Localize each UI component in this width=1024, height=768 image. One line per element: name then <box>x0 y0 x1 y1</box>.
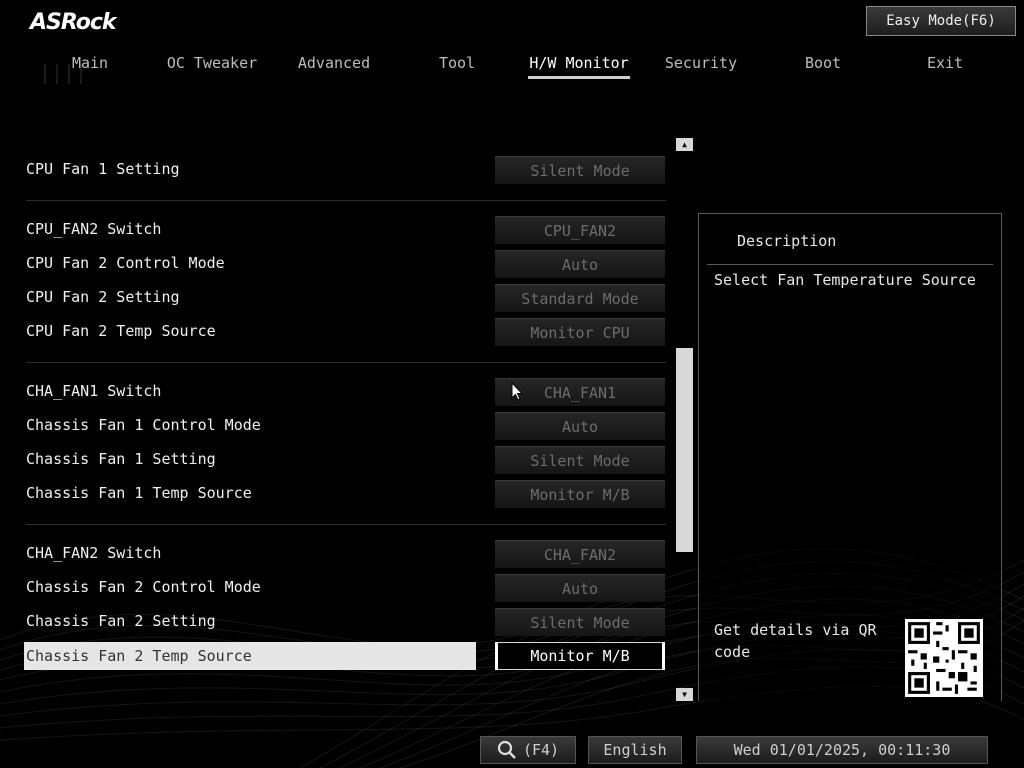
setting-value[interactable]: Auto <box>495 250 665 278</box>
setting-row[interactable]: CPU Fan 2 Temp Source Monitor CPU <box>26 318 666 346</box>
setting-label: Chassis Fan 2 Control Mode <box>26 578 261 596</box>
tab-tool[interactable]: Tool <box>402 52 512 74</box>
setting-label: CPU Fan 2 Control Mode <box>26 254 225 272</box>
setting-value[interactable]: Auto <box>495 412 665 440</box>
setting-label: Chassis Fan 2 Temp Source <box>24 642 476 670</box>
tab-main[interactable]: Main <box>35 52 145 74</box>
setting-value[interactable]: Standard Mode <box>495 284 665 312</box>
setting-label: Chassis Fan 2 Setting <box>26 612 216 630</box>
language-button[interactable]: English <box>588 736 682 764</box>
setting-value[interactable]: Silent Mode <box>495 608 665 636</box>
setting-label: CPU Fan 2 Setting <box>26 288 180 306</box>
setting-value[interactable]: Silent Mode <box>495 156 665 184</box>
setting-row[interactable]: CPU Fan 2 Control Mode Auto <box>26 250 666 278</box>
qr-code-icon <box>905 619 983 697</box>
tab-advanced[interactable]: Advanced <box>279 52 389 74</box>
setting-label: CPU Fan 1 Setting <box>26 160 180 178</box>
tab-boot[interactable]: Boot <box>768 52 878 74</box>
setting-row[interactable]: Chassis Fan 1 Temp Source Monitor M/B <box>26 480 666 508</box>
setting-value[interactable]: Silent Mode <box>495 446 665 474</box>
datetime-display: Wed 01/01/2025, 00:11:30 <box>696 736 988 764</box>
search-key-label: (F4) <box>522 741 560 759</box>
setting-value[interactable]: Monitor M/B <box>495 642 665 670</box>
group-separator <box>26 200 666 201</box>
tab-oc-tweaker[interactable]: OC Tweaker <box>157 52 267 74</box>
main-nav: Main OC Tweaker Advanced Tool H/W Monito… <box>0 52 1024 82</box>
setting-label: Chassis Fan 1 Temp Source <box>26 484 252 502</box>
scroll-up-icon[interactable]: ▲ <box>676 138 693 151</box>
setting-row[interactable]: CPU Fan 1 Setting Silent Mode <box>26 156 666 184</box>
setting-label: CPU_FAN2 Switch <box>26 220 162 238</box>
tab-hw-monitor[interactable]: H/W Monitor <box>524 52 634 79</box>
scroll-down-icon[interactable]: ▼ <box>676 688 693 701</box>
setting-row[interactable]: Chassis Fan 2 Control Mode Auto <box>26 574 666 602</box>
setting-row[interactable]: CPU_FAN2 Switch CPU_FAN2 <box>26 216 666 244</box>
search-icon <box>497 740 516 759</box>
asrock-logo: ASRock <box>30 10 117 35</box>
description-text: Select Fan Temperature Source <box>714 271 976 289</box>
tab-security[interactable]: Security <box>646 52 756 74</box>
group-separator <box>26 524 666 525</box>
description-panel: Description Select Fan Temperature Sourc… <box>698 213 1002 701</box>
setting-value[interactable]: Auto <box>495 574 665 602</box>
setting-label: CPU Fan 2 Temp Source <box>26 322 216 340</box>
setting-label: CHA_FAN1 Switch <box>26 382 162 400</box>
setting-label: Chassis Fan 1 Control Mode <box>26 416 261 434</box>
setting-row[interactable]: Chassis Fan 1 Setting Silent Mode <box>26 446 666 474</box>
setting-row[interactable]: CPU Fan 2 Setting Standard Mode <box>26 284 666 312</box>
setting-row[interactable]: Chassis Fan 2 Setting Silent Mode <box>26 608 666 636</box>
description-title: Description <box>737 232 837 250</box>
setting-label: Chassis Fan 1 Setting <box>26 450 216 468</box>
setting-row[interactable]: CHA_FAN1 Switch CHA_FAN1 <box>26 378 666 406</box>
setting-value[interactable]: CHA_FAN2 <box>495 540 665 568</box>
setting-label: CHA_FAN2 Switch <box>26 544 162 562</box>
group-separator <box>26 362 666 363</box>
setting-value[interactable]: Monitor M/B <box>495 480 665 508</box>
setting-value[interactable]: Monitor CPU <box>495 318 665 346</box>
setting-row[interactable]: Chassis Fan 1 Control Mode Auto <box>26 412 666 440</box>
tab-exit[interactable]: Exit <box>890 52 1000 74</box>
search-button[interactable]: (F4) <box>480 736 576 764</box>
setting-value[interactable]: CPU_FAN2 <box>495 216 665 244</box>
setting-row-selected[interactable]: Chassis Fan 2 Temp Source Monitor M/B <box>24 642 666 670</box>
scrollbar-thumb[interactable] <box>676 348 693 552</box>
easy-mode-button[interactable]: Easy Mode(F6) <box>866 6 1016 36</box>
setting-row[interactable]: CHA_FAN2 Switch CHA_FAN2 <box>26 540 666 568</box>
mouse-cursor-icon <box>511 382 523 401</box>
qr-caption: Get details via QR code <box>714 621 877 661</box>
description-divider <box>707 264 993 265</box>
